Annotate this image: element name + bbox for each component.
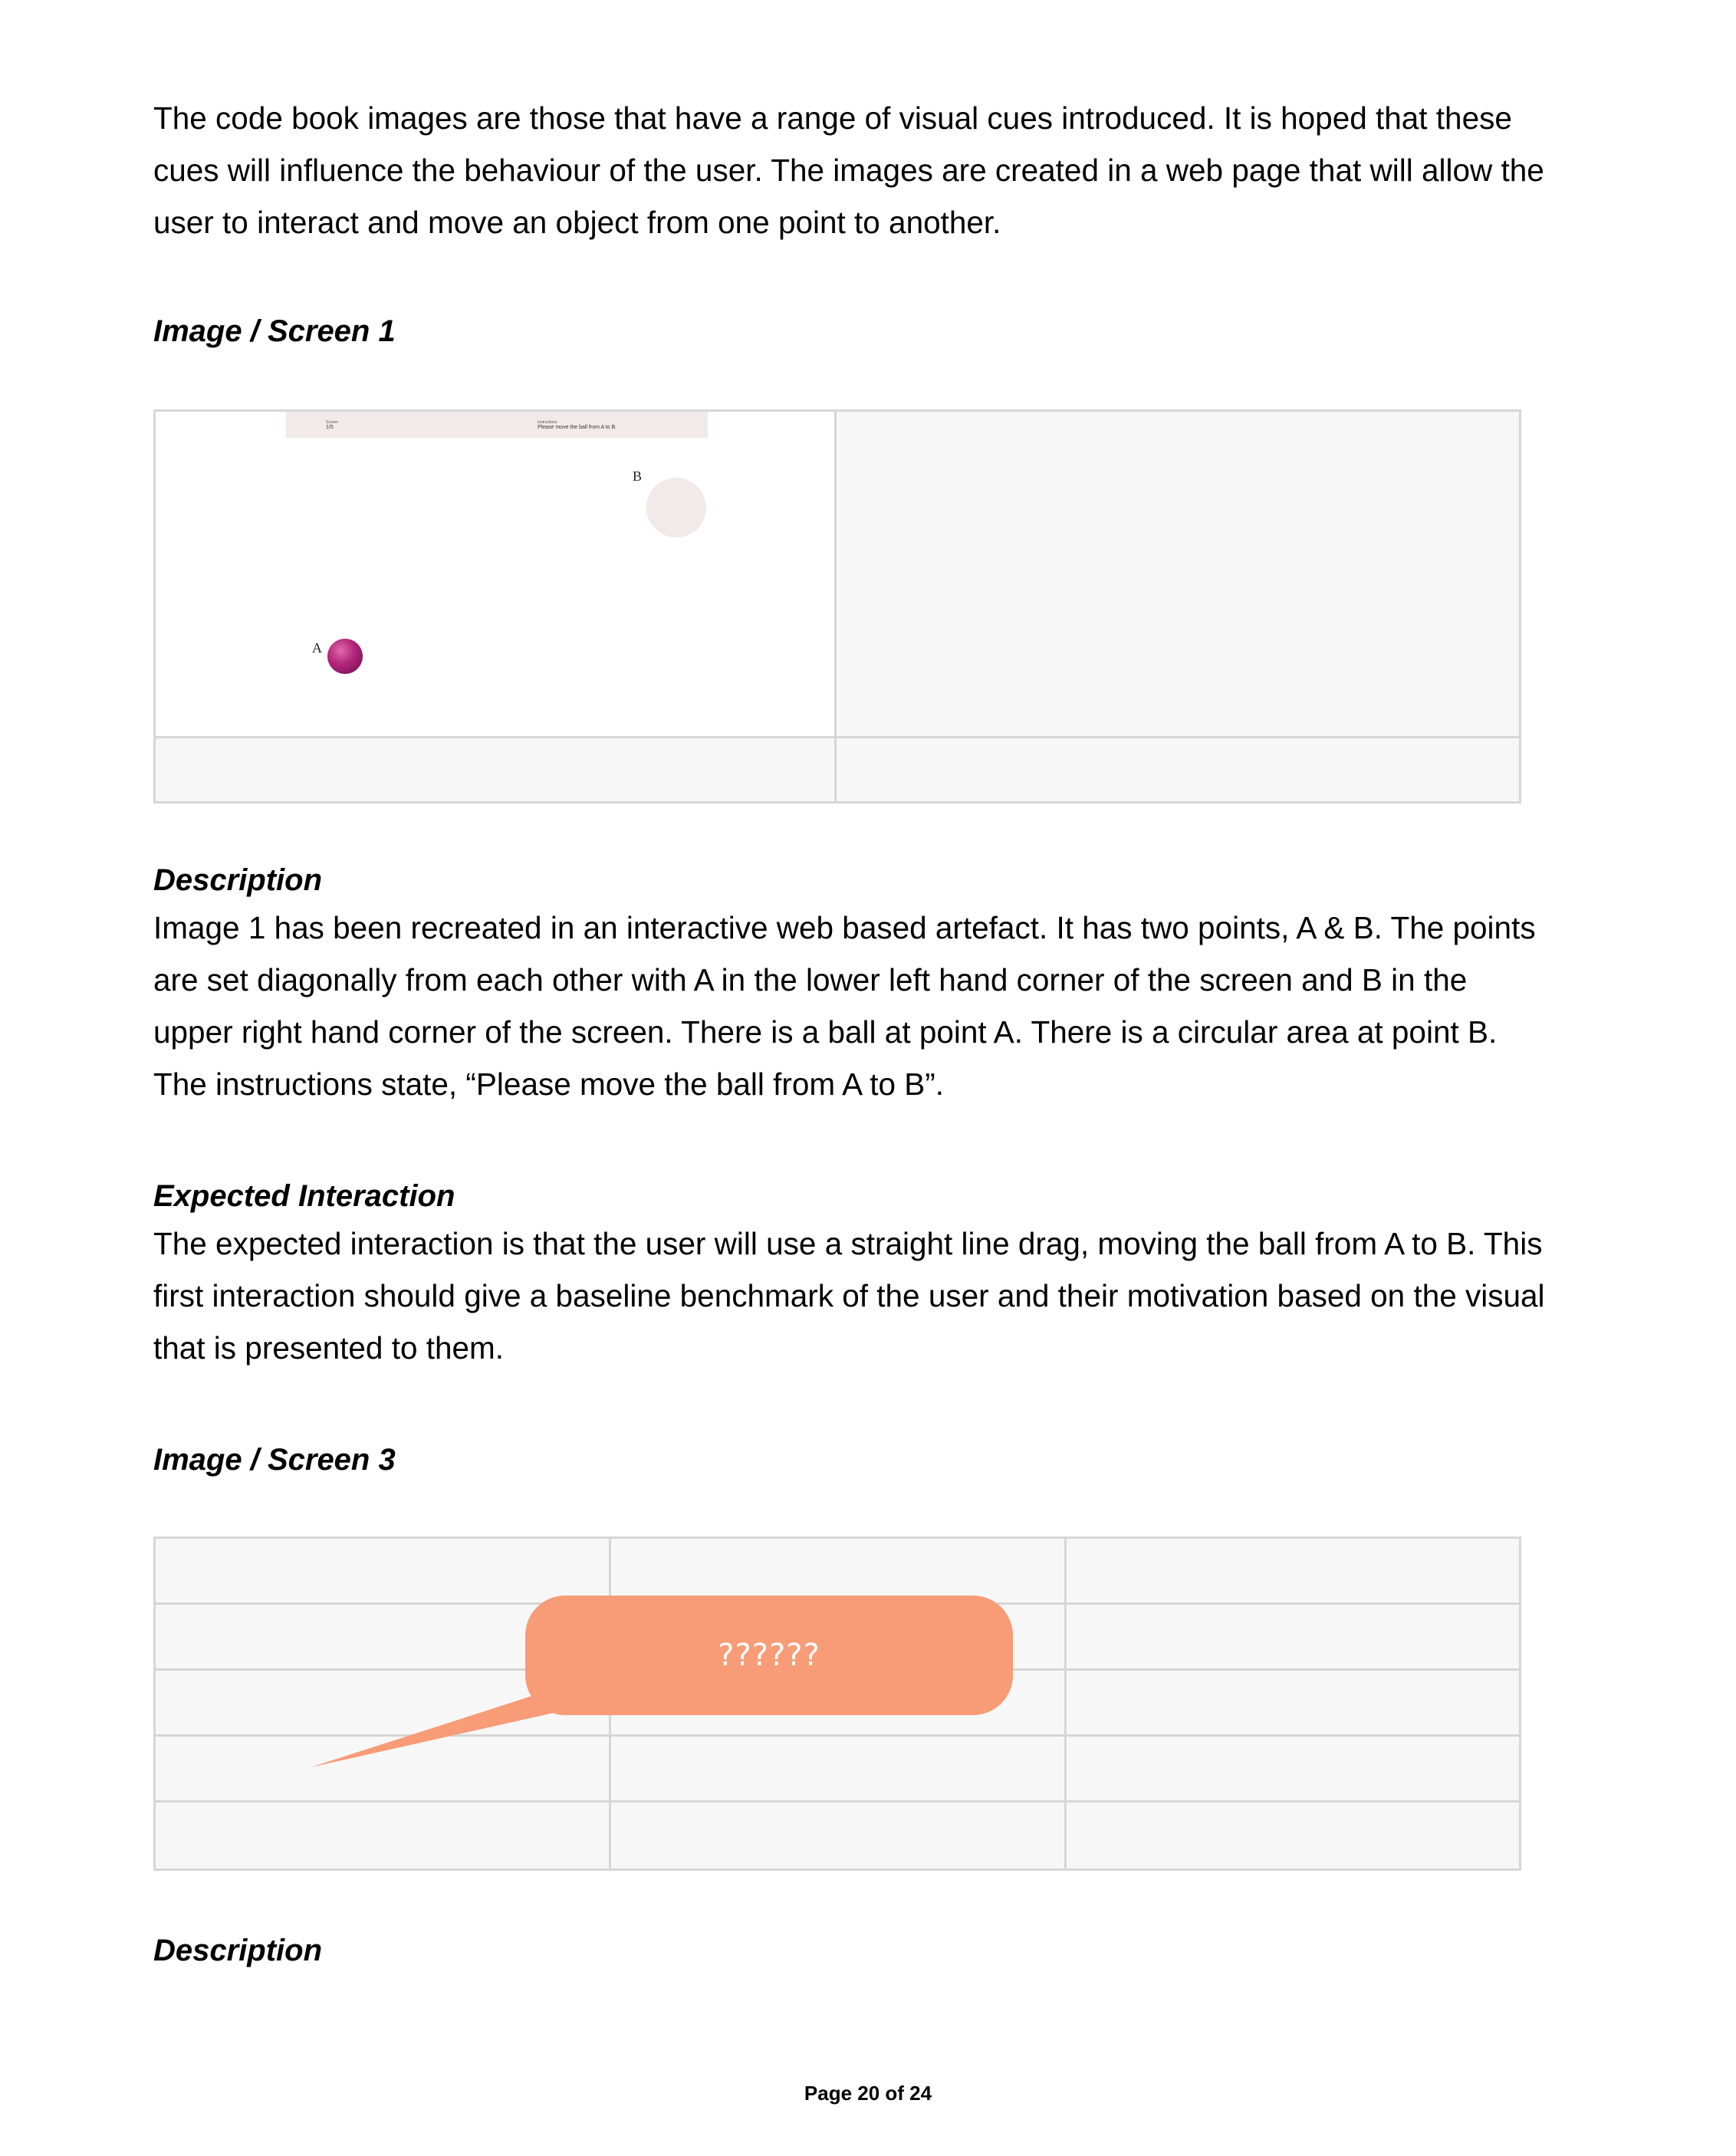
table-cell xyxy=(1067,1671,1519,1737)
mockup-screen-value: 1/5 xyxy=(326,425,334,430)
speech-bubble-text: ?????? xyxy=(718,1638,820,1673)
table-cell xyxy=(611,1803,1067,1868)
screen1-description-heading: Description xyxy=(153,863,323,897)
speech-bubble: ?????? xyxy=(525,1596,1013,1715)
screen3-heading: Image / Screen 3 xyxy=(153,1443,396,1477)
screen1-mockup: Screen 1/5 Instructions Please move the … xyxy=(156,412,837,738)
table-cell xyxy=(156,738,837,801)
interaction-heading: Expected Interaction xyxy=(153,1179,455,1213)
table-cell xyxy=(156,1539,611,1605)
interaction-paragraph: The expected interaction is that the use… xyxy=(153,1226,1545,1366)
ball-a xyxy=(327,639,363,674)
table-cell xyxy=(156,1737,611,1803)
target-circle-b xyxy=(646,478,706,537)
table-cell xyxy=(1067,1737,1519,1803)
table-cell xyxy=(1067,1605,1519,1671)
table-cell xyxy=(837,738,1519,801)
table-cell xyxy=(1067,1803,1519,1868)
mockup-header-bar: Screen 1/5 Instructions Please move the … xyxy=(286,412,708,438)
screen3-description-heading: Description xyxy=(153,1934,323,1967)
table-cell xyxy=(611,1737,1067,1803)
table-cell xyxy=(837,412,1519,738)
point-a-label: A xyxy=(312,640,322,656)
table-cell xyxy=(156,1803,611,1868)
screen1-heading: Image / Screen 1 xyxy=(153,314,396,348)
point-b-label: B xyxy=(633,468,643,484)
screen1-table: Screen 1/5 Instructions Please move the … xyxy=(153,409,1521,804)
intro-paragraph: The code book images are those that have… xyxy=(153,100,1544,240)
table-cell xyxy=(1067,1539,1519,1605)
page-number: Page 20 of 24 xyxy=(804,2082,932,2105)
mockup-instructions-value: Please move the ball from A to B. xyxy=(538,425,617,430)
screen1-description: Image 1 has been recreated in an interac… xyxy=(153,910,1536,1102)
